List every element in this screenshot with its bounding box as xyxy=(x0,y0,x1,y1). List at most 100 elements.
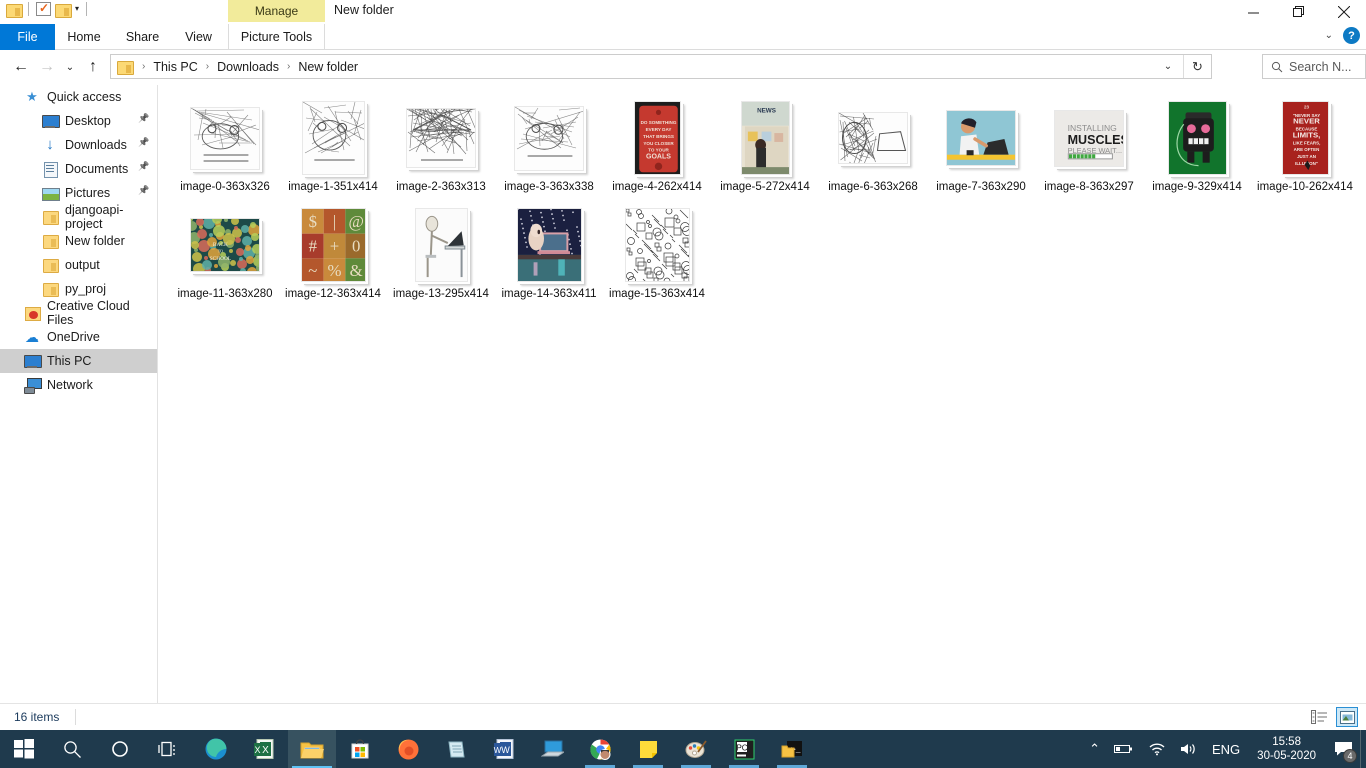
taskbar[interactable]: X X W W PC >_ ⌃ ENG 15:58 30-05-2020 4 xyxy=(0,730,1366,768)
folder-icon[interactable] xyxy=(6,3,23,18)
sidebar-item-new-folder[interactable]: New folder xyxy=(0,229,157,253)
firefox-icon[interactable] xyxy=(384,730,432,768)
file-item[interactable]: BACK TO SCHOOL image-11-363x280 xyxy=(171,202,279,301)
search-input[interactable]: Search N... xyxy=(1262,54,1366,79)
sidebar-item-output[interactable]: output xyxy=(0,253,157,277)
chevron-down-icon[interactable]: ⌄ xyxy=(1155,55,1181,78)
sidebar-item-pictures[interactable]: Pictures 📌 xyxy=(0,181,157,205)
sidebar-item-this-pc[interactable]: This PC xyxy=(0,349,157,373)
file-item[interactable]: image-3-363x338 xyxy=(495,95,603,194)
onedrive-icon: ☁ xyxy=(25,329,39,345)
file-item[interactable]: image-6-363x268 xyxy=(819,95,927,194)
breadcrumb-item-this-pc[interactable]: This PC xyxy=(151,60,199,74)
pin-icon[interactable]: 📌 xyxy=(138,114,149,124)
svg-text:THAT BRINGS: THAT BRINGS xyxy=(643,134,674,139)
download-icon: ↓ xyxy=(46,136,54,153)
tab-home[interactable]: Home xyxy=(55,24,113,50)
details-view-button[interactable] xyxy=(1308,707,1330,727)
svg-text:#: # xyxy=(308,236,317,255)
pin-icon[interactable]: 📌 xyxy=(138,138,149,148)
properties-icon[interactable] xyxy=(36,1,51,16)
back-button[interactable]: ← xyxy=(8,54,34,80)
chevron-down-icon[interactable]: ⌄ xyxy=(1325,30,1333,41)
volume-icon[interactable] xyxy=(1173,730,1205,768)
sidebar-item-label: OneDrive xyxy=(47,330,100,344)
paint-icon[interactable] xyxy=(672,730,720,768)
customize-dropdown-icon[interactable]: ▾ xyxy=(75,5,79,13)
file-item[interactable]: NEWS image-5-272x414 xyxy=(711,95,819,194)
pin-icon[interactable]: 📌 xyxy=(138,186,149,196)
forward-button[interactable]: → xyxy=(34,54,60,80)
sidebar-item-downloads[interactable]: ↓ Downloads 📌 xyxy=(0,133,157,157)
file-item[interactable]: INSTALLING MUSCLES PLEASE WAIT... image-… xyxy=(1035,95,1143,194)
terminal-icon[interactable]: >_ xyxy=(768,730,816,768)
microsoft-store-icon[interactable] xyxy=(336,730,384,768)
sidebar-item-py-proj[interactable]: py_proj xyxy=(0,277,157,301)
notepad-icon[interactable] xyxy=(432,730,480,768)
breadcrumb-separator: › xyxy=(142,61,146,72)
language-indicator[interactable]: ENG xyxy=(1205,730,1247,768)
divider xyxy=(86,2,88,16)
up-button[interactable]: ↑ xyxy=(80,54,106,80)
file-item[interactable]: image-14-363x411 xyxy=(495,202,603,301)
cortana-button[interactable] xyxy=(96,730,144,768)
show-hidden-icons-button[interactable]: ⌃ xyxy=(1082,730,1107,768)
maximize-button[interactable] xyxy=(1276,0,1321,24)
thumbnail-image: DO SOMETHING EVERY DAY THAT BRINGS YOU CLOS… xyxy=(633,101,681,175)
file-item[interactable]: $ | @ # + 0 ~ % & image-12-363x414 xyxy=(279,202,387,301)
sidebar-item-desktop[interactable]: Desktop 📌 xyxy=(0,109,157,133)
breadcrumb-item-new-folder[interactable]: New folder xyxy=(296,60,360,74)
file-item[interactable]: image-0-363x326 xyxy=(171,95,279,194)
clock[interactable]: 15:58 30-05-2020 xyxy=(1247,730,1326,768)
chrome-icon[interactable] xyxy=(576,730,624,768)
tab-file[interactable]: File xyxy=(0,24,55,50)
file-item[interactable]: DO SOMETHING EVERY DAY THAT BRINGS YOU CLOS… xyxy=(603,95,711,194)
tab-view[interactable]: View xyxy=(172,24,225,50)
sidebar-item-creative-cloud-files[interactable]: Creative Cloud Files xyxy=(0,299,157,327)
new-folder-icon[interactable] xyxy=(55,3,72,18)
start-button[interactable] xyxy=(0,730,48,768)
file-item[interactable]: image-15-363x414 xyxy=(603,202,711,301)
sidebar-item-documents[interactable]: Documents 📌 xyxy=(0,157,157,181)
svg-text:W: W xyxy=(494,746,502,755)
file-item[interactable]: image-9-329x414 xyxy=(1143,95,1251,194)
edge-icon[interactable] xyxy=(192,730,240,768)
sidebar-item-djangoapi-project[interactable]: djangoapi-project xyxy=(0,203,157,231)
file-explorer-icon[interactable] xyxy=(288,730,336,768)
pycharm-icon[interactable]: PC xyxy=(720,730,768,768)
file-item[interactable]: image-13-295x414 xyxy=(387,202,495,301)
refresh-icon[interactable]: ↻ xyxy=(1183,55,1211,78)
sticky-notes-icon[interactable] xyxy=(624,730,672,768)
battery-icon[interactable] xyxy=(1107,730,1141,768)
wifi-icon[interactable] xyxy=(1141,730,1173,768)
task-view-button[interactable] xyxy=(144,730,192,768)
recent-locations-button[interactable]: ⌄ xyxy=(60,54,80,80)
file-name-label: image-11-363x280 xyxy=(177,288,273,300)
help-icon[interactable]: ? xyxy=(1343,27,1360,44)
tab-picture-tools[interactable]: Picture Tools xyxy=(228,24,325,50)
file-item[interactable]: image-2-363x313 xyxy=(387,95,495,194)
large-icons-view-button[interactable] xyxy=(1336,707,1358,727)
excel-icon[interactable]: X X xyxy=(240,730,288,768)
remote-desktop-icon[interactable] xyxy=(528,730,576,768)
file-item[interactable]: image-7-363x290 xyxy=(927,95,1035,194)
file-thumbnail: 23 "NEVER SAY NEVER BECAUSE LIMITS, LIKE FEA… xyxy=(1253,95,1357,181)
close-button[interactable] xyxy=(1321,0,1366,24)
sidebar-item-quick-access[interactable]: ★ Quick access xyxy=(0,85,157,109)
sidebar-item-onedrive[interactable]: ☁ OneDrive xyxy=(0,325,157,349)
breadcrumb[interactable]: › This PC › Downloads › New folder ⌄ ↻ xyxy=(110,54,1212,79)
notifications-button[interactable]: 4 xyxy=(1326,730,1360,768)
pin-icon[interactable]: 📌 xyxy=(138,162,149,172)
file-list-view[interactable]: image-0-363x326 image-1-351x414 image-2-… xyxy=(159,85,1366,703)
navigation-pane[interactable]: ★ Quick access Desktop 📌 ↓ Downloads 📌 Document… xyxy=(0,85,158,703)
show-desktop-button[interactable] xyxy=(1360,730,1366,768)
file-item[interactable]: 23 "NEVER SAY NEVER BECAUSE LIMITS, LIKE FEA… xyxy=(1251,95,1359,194)
breadcrumb-item-downloads[interactable]: Downloads xyxy=(215,60,281,74)
sidebar-item-network[interactable]: Network xyxy=(0,373,157,397)
sidebar-item-label: djangoapi-project xyxy=(65,203,124,231)
tab-share[interactable]: Share xyxy=(113,24,172,50)
minimize-button[interactable] xyxy=(1231,0,1276,24)
file-item[interactable]: image-1-351x414 xyxy=(279,95,387,194)
word-icon[interactable]: W W xyxy=(480,730,528,768)
search-button[interactable] xyxy=(48,730,96,768)
